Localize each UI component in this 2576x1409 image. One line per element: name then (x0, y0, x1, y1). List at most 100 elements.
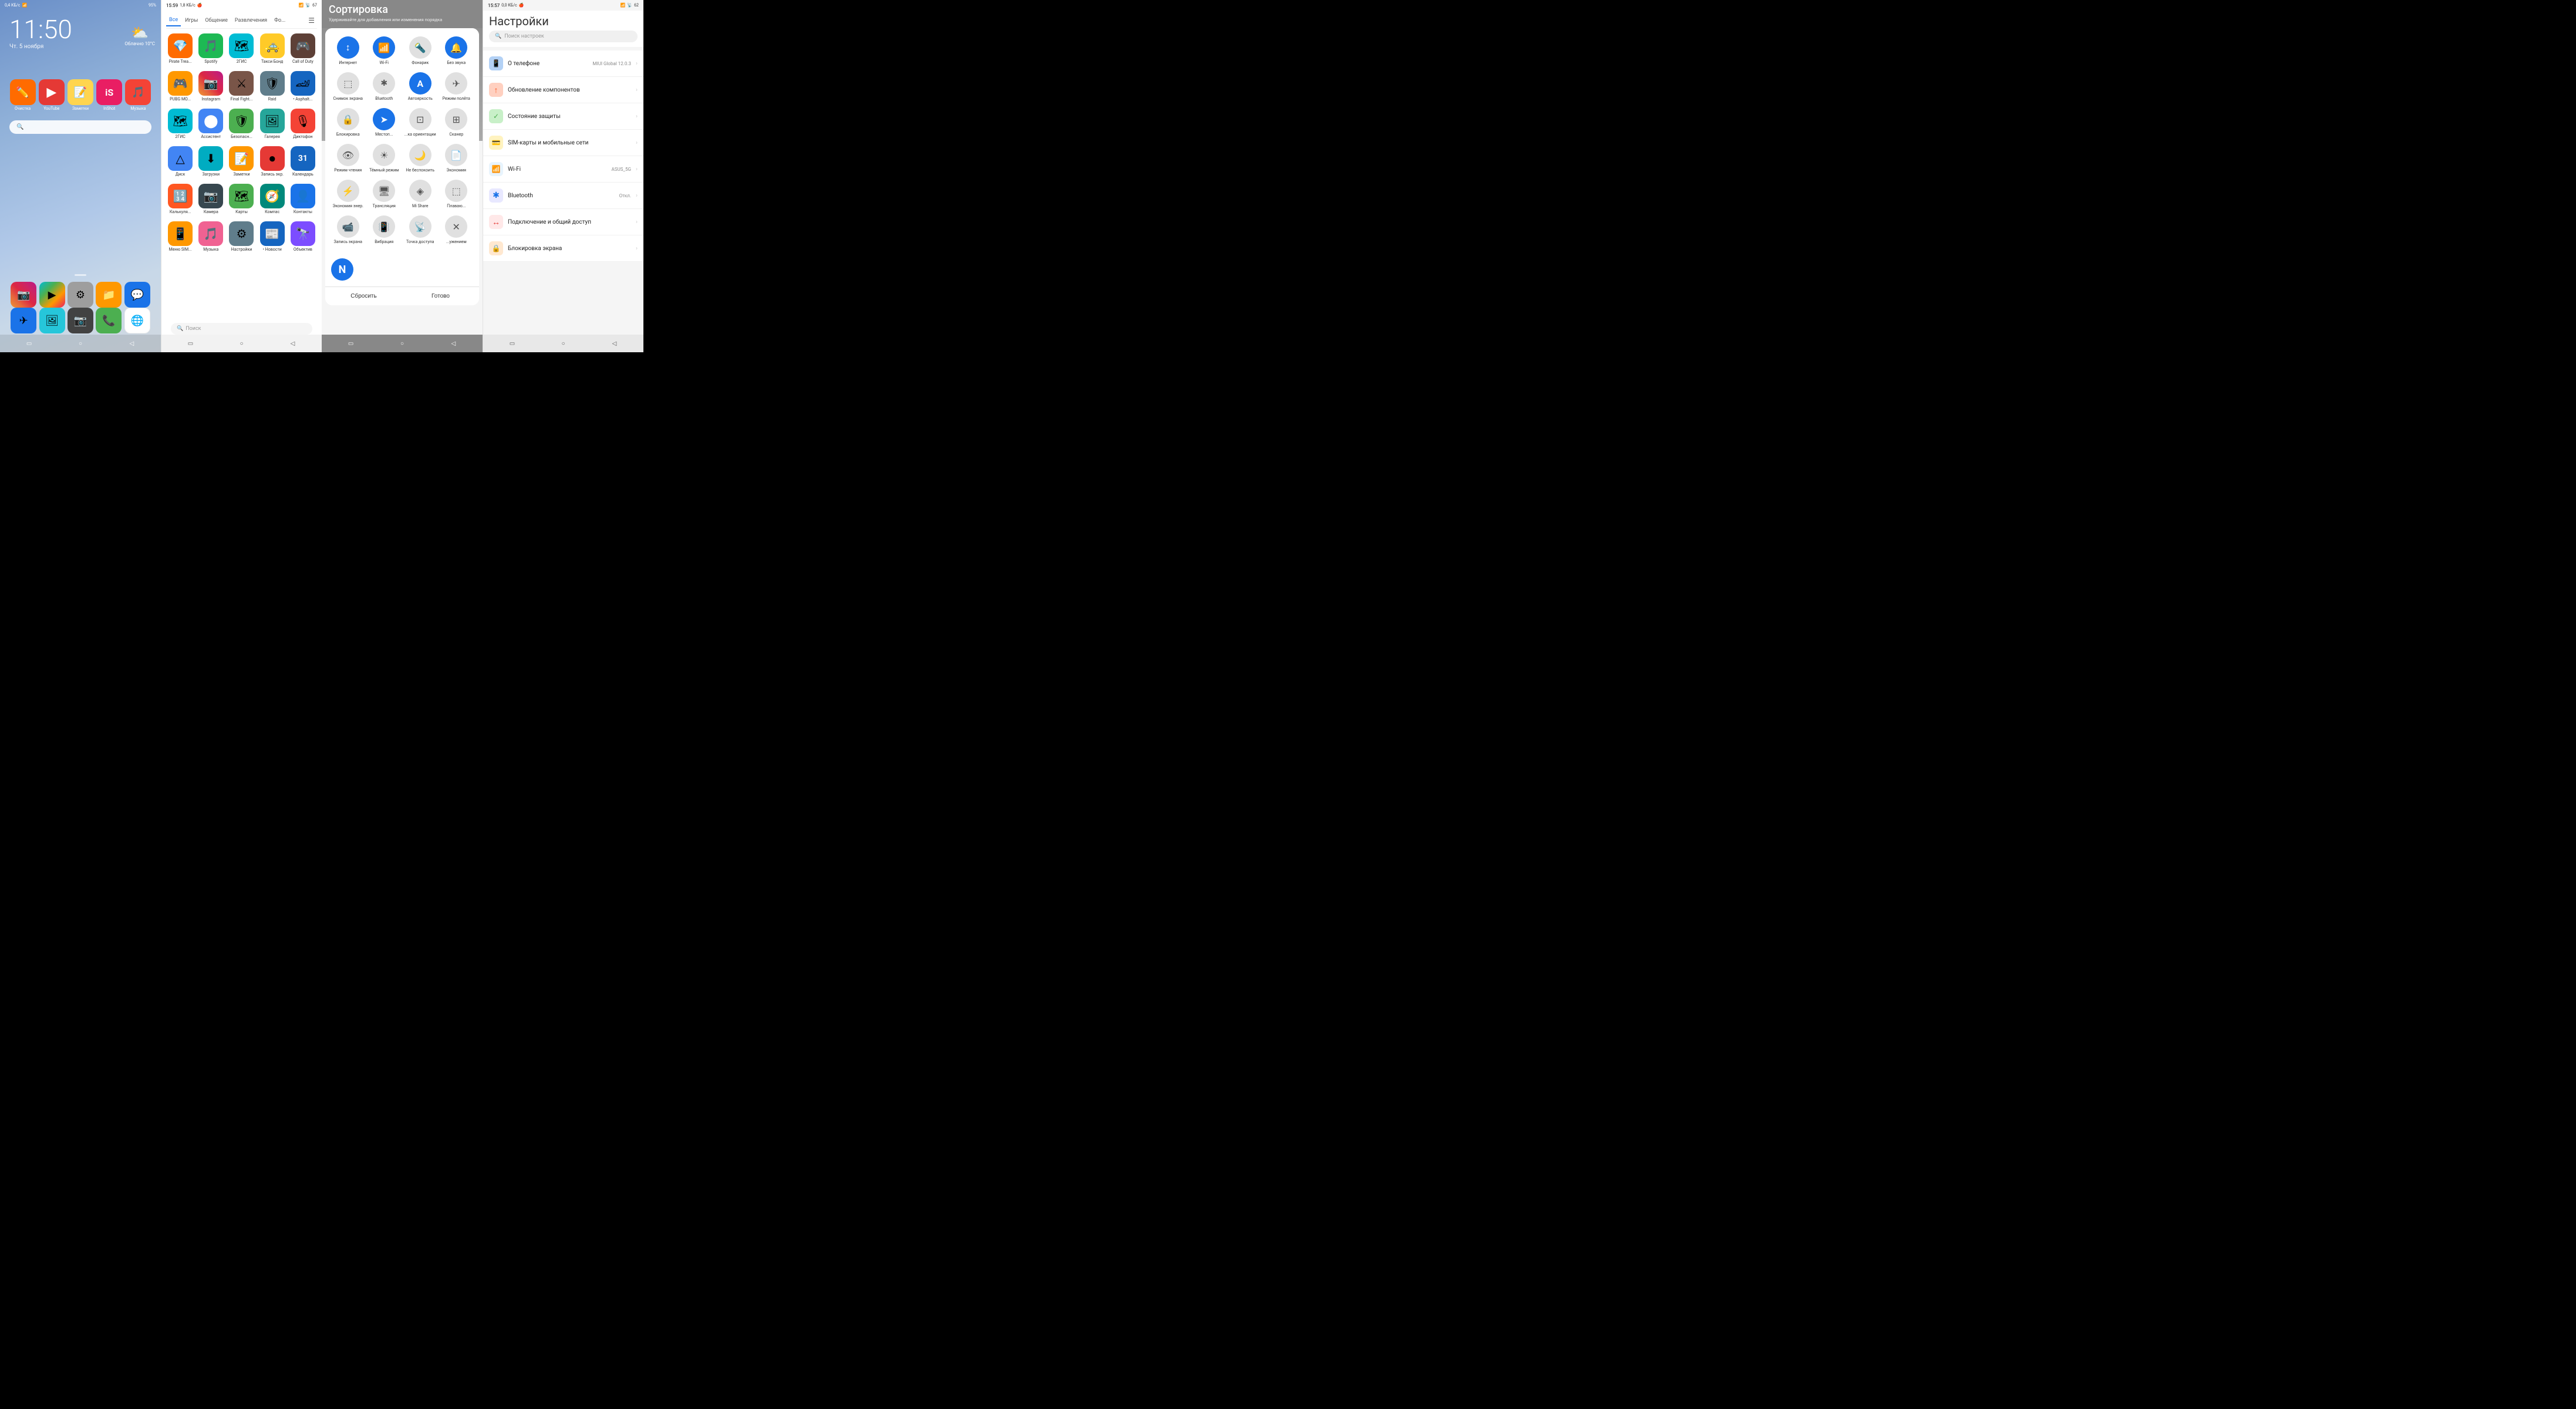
app-cleaner[interactable]: ✏️ Очистка (9, 79, 36, 111)
drawer-app-screenrec[interactable]: ⏺ Запись экр. (258, 144, 286, 179)
qs-tile-screenrec[interactable]: 📹 Запись экрана (330, 212, 366, 248)
nav-home-drawer[interactable]: ○ (237, 338, 247, 349)
settings-item-security[interactable]: ✓ Состояние защиты › (483, 103, 643, 130)
nav-recent[interactable]: ▭ (24, 338, 35, 349)
qs-icon-wifi: 📶 (373, 36, 395, 59)
qs-tile-battery-saver[interactable]: ⚡ Экономия энер. (330, 176, 366, 212)
drawer-app-camera[interactable]: 📷 Камера (197, 181, 225, 217)
app-photo[interactable]: 🖼 (38, 308, 66, 333)
app-notes[interactable]: 📝 Заметки (67, 79, 93, 111)
drawer-app-recorder[interactable]: 🎙 Диктофон (289, 106, 317, 141)
drawer-app-calendar[interactable]: 31 Календарь (289, 144, 317, 179)
drawer-app-asphalt[interactable]: 🏎 • Asphalt... (289, 69, 317, 104)
settings-search-bar[interactable]: 🔍 Поиск настроек (489, 31, 638, 42)
app-telegram[interactable]: ✈ (9, 308, 38, 333)
qs-tile-lock[interactable]: 🔒 Блокировка (330, 105, 366, 140)
qs-reset-button[interactable]: Сбросить (325, 287, 402, 305)
qs-done-button[interactable]: Готово (402, 287, 479, 305)
app-camera[interactable]: 📷 (66, 308, 95, 333)
qs-tile-dnd[interactable]: 🌙 Не беспокоить (402, 140, 439, 176)
drawer-app-compass[interactable]: 🧭 Компас (258, 181, 286, 217)
nav-recent-drawer[interactable]: ▭ (186, 338, 196, 349)
nav-back-drawer[interactable]: ◁ (288, 338, 298, 349)
settings-item-sim[interactable]: 💳 SIM-карты и мобильные сети › (483, 130, 643, 156)
nav-back-settings[interactable]: ◁ (609, 338, 620, 349)
tab-games[interactable]: Игры (182, 15, 201, 26)
qs-tile-screenshot[interactable]: ⬚ Снимок экрана (330, 69, 366, 105)
nav-home-settings[interactable]: ○ (558, 338, 569, 349)
qs-tile-economy[interactable]: 📄 Экономия (439, 140, 475, 176)
settings-item-bluetooth[interactable]: ✱ Bluetooth Откл. › (483, 183, 643, 209)
drawer-app-instagram[interactable]: 📷 Instagram (197, 69, 225, 104)
qs-tile-airplane[interactable]: ✈ Режим полёта (439, 69, 475, 105)
qs-tile-darkmode[interactable]: ☀ Тёмный режим (366, 140, 403, 176)
drawer-menu-icon[interactable]: ☰ (306, 14, 317, 27)
tab-more[interactable]: Фо... (271, 15, 288, 26)
qs-tile-restrict[interactable]: ✕ ...ужением (439, 212, 475, 248)
drawer-app-gallery[interactable]: 🖼 Галерея (258, 106, 286, 141)
drawer-app-music2[interactable]: 🎵 Музыка (197, 219, 225, 254)
app-inshot[interactable]: iS InShot (96, 79, 123, 111)
nav-recent-qs[interactable]: ▭ (346, 338, 356, 349)
drawer-app-spotify[interactable]: 🎵 Spotify (197, 31, 225, 66)
qs-tile-bluetooth[interactable]: ✱ Bluetooth (366, 69, 403, 105)
nav-home-qs[interactable]: ○ (397, 338, 407, 349)
qs-tile-cast[interactable]: 🖥 Трансляция (366, 176, 403, 212)
qs-tile-location[interactable]: ➤ Местоп... (366, 105, 403, 140)
app-music[interactable]: 🎵 Музыка (125, 79, 151, 111)
qs-tile-vibrate[interactable]: 📳 Вибрация (366, 212, 403, 248)
settings-item-connection[interactable]: ↔ Подключение и общий доступ › (483, 209, 643, 235)
settings-item-about[interactable]: 📱 О телефоне MIUI Global 12.0.3 › (483, 50, 643, 77)
drawer-app-pubg[interactable]: 🎮 PUBG MO... (166, 69, 194, 104)
settings-item-lockscreen[interactable]: 🔒 Блокировка экрана › (483, 235, 643, 262)
tab-all[interactable]: Все (166, 15, 181, 26)
drawer-app-2gis1[interactable]: 🗺 2ГИС (227, 31, 255, 66)
app-youtube[interactable]: ▶ YouTube (38, 79, 65, 111)
qs-tile-wifi[interactable]: 📶 Wi-Fi (366, 33, 403, 69)
qs-tile-n[interactable]: N (330, 255, 355, 284)
drawer-app-simenu[interactable]: 📱 Меню SIM... (166, 219, 194, 254)
drawer-app-news[interactable]: 📰 • Новости (258, 219, 286, 254)
drawer-app-raid[interactable]: 🛡 Raid (258, 69, 286, 104)
settings-item-update[interactable]: ↑ Обновление компонентов › (483, 77, 643, 103)
bottom-nav-qs: ▭ ○ ◁ (322, 335, 483, 352)
drawer-app-settings[interactable]: ⚙ Настройки (227, 219, 255, 254)
nav-home[interactable]: ○ (75, 338, 86, 349)
drawer-app-maps[interactable]: 🗺 Карты (227, 181, 255, 217)
app-phone[interactable]: 📞 (95, 308, 123, 333)
qs-tile-float[interactable]: ⬚ Плаваю... (439, 176, 475, 212)
app-chrome[interactable]: 🌐 (123, 308, 151, 333)
drawer-search-bar[interactable]: 🔍 Поиск (171, 323, 312, 335)
qs-tile-autobright[interactable]: A Автояркость (402, 69, 439, 105)
qs-tile-internet[interactable]: ↕ Интернет (330, 33, 366, 69)
nav-back[interactable]: ◁ (126, 338, 137, 349)
qs-tile-mishare[interactable]: ◈ Mi Share (402, 176, 439, 212)
drawer-app-obiektif[interactable]: 🔭 Объектив (289, 219, 317, 254)
drawer-app-final[interactable]: ⚔ Final Fight... (227, 69, 255, 104)
drawer-app-2gis2[interactable]: 🗺 2ГИС (166, 106, 194, 141)
qs-tile-silent[interactable]: 🔔 Без звука (439, 33, 475, 69)
qs-tile-hotspot[interactable]: 📡 Точка доступа (402, 212, 439, 248)
qs-icon-bluetooth: ✱ (373, 72, 395, 95)
drawer-app-notes2[interactable]: 📝 Заметки (227, 144, 255, 179)
drawer-app-assistant[interactable]: ⬤ Ассистент (197, 106, 225, 141)
drawer-app-contacts[interactable]: 👤 Контакты (289, 181, 317, 217)
nav-back-qs[interactable]: ◁ (448, 338, 458, 349)
drawer-app-cod[interactable]: 🎮 Call of Duty (289, 31, 317, 66)
drawer-app-drive[interactable]: △ Диск (166, 144, 194, 179)
drawer-app-pirate[interactable]: 💎 Pirate Trea... (166, 31, 194, 66)
qs-tile-rotation[interactable]: ⊡ ...ка ориентации (402, 105, 439, 140)
drawer-app-taxi[interactable]: 🚕 Такси Бонд (258, 31, 286, 66)
nav-recent-settings[interactable]: ▭ (507, 338, 518, 349)
drawer-app-security[interactable]: 🛡 Безопасн... (227, 106, 255, 141)
drawer-app-calc[interactable]: 🔢 Калькуля... (166, 181, 194, 217)
tab-entertainment[interactable]: Развлечения (232, 15, 270, 26)
drawer-label-taxi: Такси Бонд (261, 59, 283, 64)
qs-tile-flashlight[interactable]: 🔦 Фонарик (402, 33, 439, 69)
settings-item-wifi[interactable]: 📶 Wi-Fi ASUS_5G › (483, 156, 643, 183)
qs-tile-scanner[interactable]: ⊞ Сканер (439, 105, 475, 140)
home-search-bar[interactable]: 🔍 (9, 120, 151, 134)
drawer-app-download[interactable]: ⬇ Загрузки (197, 144, 225, 179)
tab-social[interactable]: Общение (202, 15, 231, 26)
qs-tile-reading[interactable]: 👁 Режим чтения (330, 140, 366, 176)
